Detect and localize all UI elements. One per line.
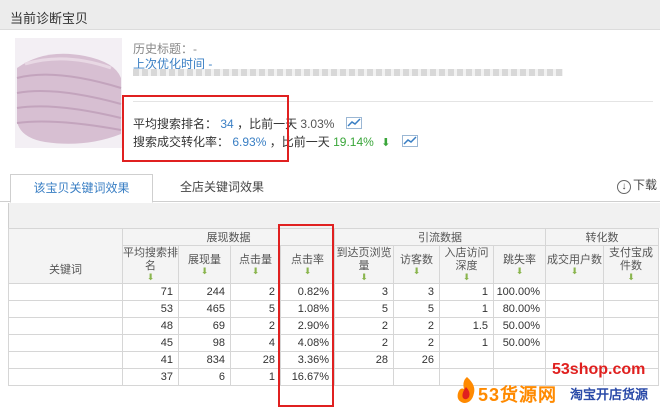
keyword-cell[interactable] <box>8 300 123 318</box>
sort-arrow-icon: ⬇ <box>360 272 368 282</box>
metrics-highlight-box <box>122 95 289 162</box>
trend-chart-icon[interactable] <box>345 117 362 129</box>
table-cell: 5 <box>230 300 281 318</box>
table-cell: 5 <box>334 300 394 318</box>
table-cell: 37 <box>122 368 179 386</box>
table-cell: 2 <box>334 317 394 335</box>
table-cell: 48 <box>122 317 179 335</box>
table-cell: 80.00% <box>493 300 546 318</box>
product-thumbnail[interactable] <box>15 38 122 148</box>
col-clicks[interactable]: 点击量 ⬇ <box>230 245 281 284</box>
table-cell: 1 <box>230 368 281 386</box>
section-title: 当前诊断宝贝 <box>10 11 89 26</box>
table-cell: 4 <box>230 334 281 352</box>
blurred-product-title <box>133 69 563 76</box>
table-cell <box>334 368 394 386</box>
sort-arrow-icon: ⬇ <box>251 265 260 276</box>
table-cell: 28 <box>334 351 394 369</box>
table-cell <box>603 317 659 335</box>
keyword-header: 关键词 <box>8 228 123 284</box>
table-cell: 2 <box>393 317 440 335</box>
col-bounce-rate[interactable]: 跳失率 ⬇ <box>493 245 546 284</box>
table-cell: 2 <box>230 283 281 301</box>
download-label: 下载 <box>633 178 658 192</box>
table-cell <box>545 317 604 335</box>
group-conversion: 转化数 <box>545 228 659 246</box>
table-cell: 1 <box>439 283 494 301</box>
keyword-cell[interactable] <box>8 351 123 369</box>
conv-change: 19.14% <box>333 135 374 149</box>
col-impressions[interactable]: 展现量 ⬇ <box>178 245 231 284</box>
sort-arrow-icon: ⬇ <box>570 265 579 276</box>
watermark-site: 53shop.com <box>552 361 646 378</box>
ctr-highlight-box <box>278 224 334 407</box>
col-visitors[interactable]: 访客数 ⬇ <box>393 245 440 284</box>
sort-arrow-icon: ⬇ <box>627 272 635 282</box>
table-cell: 3 <box>393 283 440 301</box>
table-cell <box>393 368 440 386</box>
col-avg-rank[interactable]: 平均搜索排名 ⬇ <box>122 245 179 284</box>
table-cell: 45 <box>122 334 179 352</box>
keyword-cell[interactable] <box>8 283 123 301</box>
table-cell: 50.00% <box>493 317 546 335</box>
download-icon: ↓ <box>617 180 631 194</box>
table-cell: 1 <box>439 334 494 352</box>
sort-arrow-icon: ⬇ <box>200 265 209 276</box>
keyword-cell[interactable] <box>8 334 123 352</box>
keyword-cell[interactable] <box>8 368 123 386</box>
col-visit-depth[interactable]: 入店访问深度 ⬇ <box>439 245 494 284</box>
table-cell: 98 <box>178 334 231 352</box>
product-info: 历史标题：- 上次优化时间 - <box>133 40 653 102</box>
arrow-down-icon: ⬇ <box>381 137 391 149</box>
avg-rank-change: 3.03% <box>300 117 335 131</box>
table-cell: 1 <box>439 300 494 318</box>
history-title: 历史标题：- <box>133 42 197 56</box>
watermark-brand: 53货源网 <box>478 385 558 405</box>
table-cell: 53 <box>122 300 179 318</box>
table-cell: 834 <box>178 351 231 369</box>
table-cell: 26 <box>393 351 440 369</box>
col-buyers[interactable]: 成交用户数 ⬇ <box>545 245 604 284</box>
download-button[interactable]: ↓ 下载 <box>617 176 657 194</box>
table-cell <box>545 283 604 301</box>
table-cell: 2 <box>230 317 281 335</box>
sort-arrow-icon: ⬇ <box>462 272 471 282</box>
table-cell <box>545 334 604 352</box>
table-cell: 28 <box>230 351 281 369</box>
table-cell: 2 <box>393 334 440 352</box>
section-header: 当前诊断宝贝 <box>0 0 660 30</box>
group-traffic: 引流数据 <box>334 228 546 246</box>
sort-arrow-icon: ⬇ <box>515 265 524 276</box>
table-cell: 71 <box>122 283 179 301</box>
table-cell: 465 <box>178 300 231 318</box>
keyword-cell[interactable] <box>8 317 123 335</box>
table-cell: 244 <box>178 283 231 301</box>
tab-item-keywords[interactable]: 该宝贝关键词效果 <box>10 174 153 203</box>
trend-chart-icon[interactable] <box>401 135 418 147</box>
table-cell <box>603 283 659 301</box>
table-cell: 41 <box>122 351 179 369</box>
table-cell <box>545 300 604 318</box>
watermark: 53shop.com 53货源网 淘宝开店货源 <box>446 355 660 407</box>
last-optimized-link[interactable]: 上次优化时间 - <box>133 55 653 71</box>
tab-shop-keywords[interactable]: 全店关键词效果 <box>172 174 272 202</box>
col-alipay-items[interactable]: 支付宝成件数 ⬇ <box>603 245 659 284</box>
table-cell: 5 <box>393 300 440 318</box>
table-cell: 1.5 <box>439 317 494 335</box>
table-cell <box>603 334 659 352</box>
col-landing-views[interactable]: 到达页浏览量 ⬇ <box>334 245 394 284</box>
table-cell: 2 <box>334 334 394 352</box>
table-cell: 6 <box>178 368 231 386</box>
watermark-tagline: 淘宝开店货源 <box>570 387 649 402</box>
table-toolbar <box>8 203 660 228</box>
table-cell: 3 <box>334 283 394 301</box>
sort-arrow-icon: ⬇ <box>412 265 421 276</box>
sort-arrow-icon: ⬇ <box>146 272 155 282</box>
table-cell: 100.00% <box>493 283 546 301</box>
table-cell: 69 <box>178 317 231 335</box>
tab-bar: 该宝贝关键词效果 全店关键词效果 <box>0 174 660 203</box>
table-cell <box>603 300 659 318</box>
table-cell: 50.00% <box>493 334 546 352</box>
